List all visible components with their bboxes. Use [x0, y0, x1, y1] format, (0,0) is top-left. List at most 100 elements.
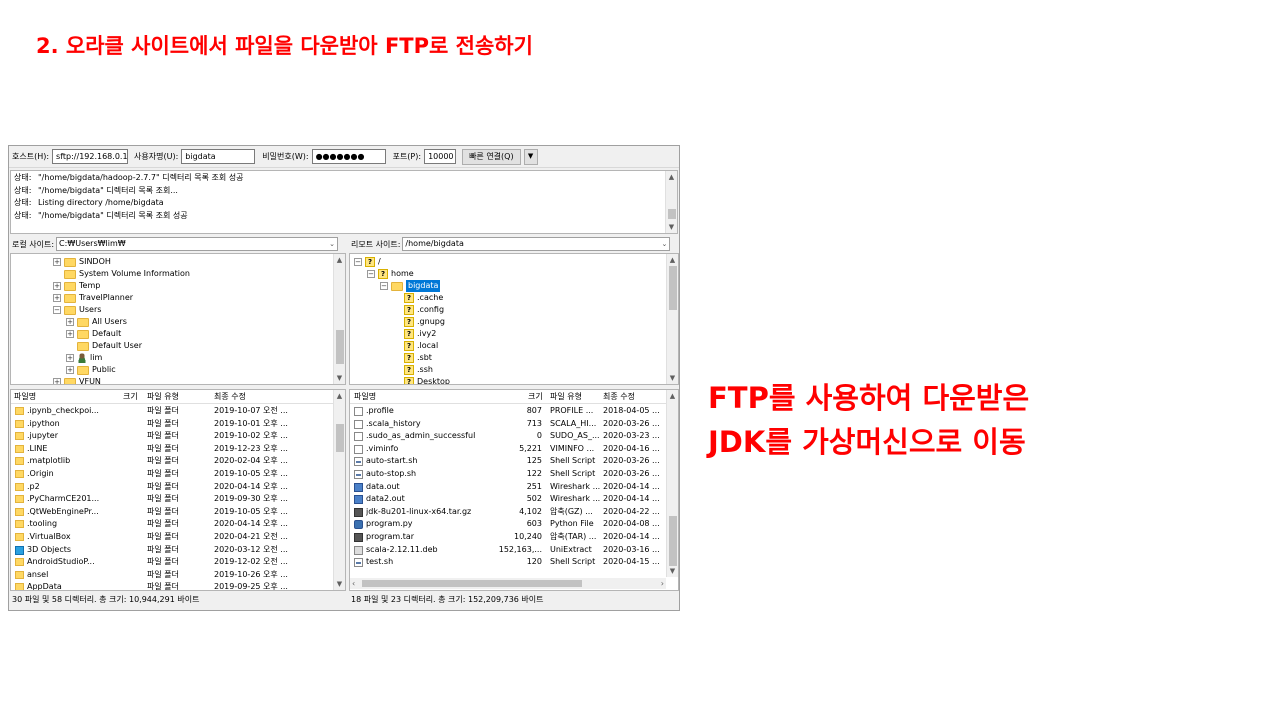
file-row[interactable]: .LINE 파일 폴더 2019-12-23 오후 ... [11, 443, 333, 456]
local-tree-scrollbar[interactable]: ▲ ▼ [333, 254, 345, 384]
password-input[interactable]: ●●●●●●● [311, 149, 386, 164]
tree-item[interactable]: + VFUN [53, 376, 101, 384]
remote-tree-scroll-thumb[interactable] [669, 266, 677, 310]
file-row[interactable]: .tooling 파일 폴더 2020-04-14 오후 ... [11, 518, 333, 531]
tree-item[interactable]: − Users [53, 304, 101, 316]
scroll-up-icon[interactable]: ▲ [334, 254, 345, 266]
file-row[interactable]: .PyCharmCE201... 파일 폴더 2019-09-30 오후 ... [11, 493, 333, 506]
remote-list-hscroll-thumb[interactable] [362, 580, 582, 587]
file-row[interactable]: auto-start.sh 125 Shell Script 2020-03-26 .… [350, 455, 666, 468]
column-size[interactable]: 크기 [123, 391, 138, 402]
file-row[interactable]: .p2 파일 폴더 2020-04-14 오후 ... [11, 481, 333, 494]
scroll-down-icon[interactable]: ▼ [334, 372, 345, 384]
file-row[interactable]: jdk-8u201-linux-x64.tar.gz 4,102 압축(GZ) ..… [350, 506, 666, 519]
file-row[interactable]: AndroidStudioP... 파일 폴더 2019-12-02 오전 ... [11, 556, 333, 569]
chevron-down-icon[interactable]: ⌄ [662, 238, 668, 250]
file-row[interactable]: .sudo_as_admin_successful 0 SUDO_AS_... 202… [350, 430, 666, 443]
tree-item[interactable]: ? .cache [393, 292, 443, 304]
tree-item[interactable]: −? home [367, 268, 414, 280]
scroll-left-icon[interactable]: ‹ [352, 578, 355, 589]
column-filetype[interactable]: 파일 유형 [147, 391, 179, 402]
file-row[interactable]: .matplotlib 파일 폴더 2020-02-04 오후 ... [11, 455, 333, 468]
remote-list-scrollbar[interactable]: ▲ ▼ [666, 390, 678, 577]
collapse-icon[interactable]: − [367, 270, 375, 278]
scroll-up-icon[interactable]: ▲ [667, 390, 678, 402]
file-row[interactable]: AppData 파일 폴더 2019-09-25 오후 ... [11, 581, 333, 590]
column-modified[interactable]: 최종 수정 [214, 391, 246, 402]
column-filetype[interactable]: 파일 유형 [550, 391, 582, 402]
column-filename[interactable]: 파일명 [14, 391, 36, 402]
expand-icon[interactable]: + [53, 294, 61, 302]
collapse-icon[interactable]: − [380, 282, 388, 290]
file-row[interactable]: .QtWebEnginePr... 파일 폴더 2019-10-05 오후 ... [11, 506, 333, 519]
column-modified[interactable]: 최종 수정 [603, 391, 635, 402]
tree-item[interactable]: + Public [66, 364, 116, 376]
tree-item[interactable]: + Temp [53, 280, 100, 292]
remote-list-hscrollbar[interactable]: ‹ › [350, 578, 666, 589]
file-row[interactable]: .viminfo 5,221 VIMINFO ... 2020-04-16 ... [350, 443, 666, 456]
file-row[interactable]: scala-2.12.11.deb 152,163,... UniExtract 20… [350, 544, 666, 557]
file-row[interactable]: .scala_history 713 SCALA_HI... 2020-03-26 .… [350, 418, 666, 431]
file-row[interactable]: .VirtualBox 파일 폴더 2020-04-21 오전 ... [11, 531, 333, 544]
tree-item[interactable]: − bigdata [380, 280, 441, 292]
file-row[interactable]: .ipython 파일 폴더 2019-10-01 오후 ... [11, 418, 333, 431]
local-site-input[interactable]: C:₩Users₩lim₩ ⌄ [56, 237, 339, 251]
tree-item[interactable]: + SINDOH [53, 256, 111, 268]
local-file-list[interactable]: 파일명 ⌃ 크기 파일 유형 최종 수정 ▲ ▼ .ipynb_checkpoi… [10, 389, 346, 591]
file-row[interactable]: data.out 251 Wireshark ... 2020-04-14 ... [350, 481, 666, 494]
local-tree-scroll-thumb[interactable] [336, 330, 344, 364]
tree-item[interactable]: + Default [66, 328, 121, 340]
expand-icon[interactable]: + [66, 366, 74, 374]
file-row[interactable]: program.py 603 Python File 2020-04-08 ... [350, 518, 666, 531]
local-directory-tree[interactable]: ▲ ▼ + SINDOH System Volume Information + Tem… [10, 253, 346, 385]
tree-item[interactable]: Default User [66, 340, 142, 352]
log-scrollbar[interactable]: ▲ ▼ [665, 171, 677, 233]
file-row[interactable]: program.tar 10,240 압축(TAR) ... 2020-04-14 .… [350, 531, 666, 544]
quickconnect-button[interactable]: 빠른 연결(Q) [462, 148, 521, 165]
file-row[interactable]: test.sh 120 Shell Script 2020-04-15 ... [350, 556, 666, 569]
tree-item[interactable]: System Volume Information [53, 268, 190, 280]
tree-item[interactable]: −? / [354, 256, 381, 268]
expand-icon[interactable]: + [66, 354, 74, 362]
expand-icon[interactable]: + [66, 330, 74, 338]
tree-item[interactable]: + lim [66, 352, 102, 364]
expand-icon[interactable]: + [53, 378, 61, 384]
tree-item[interactable]: ? Desktop [393, 376, 450, 384]
remote-list-scroll-thumb[interactable] [669, 516, 677, 566]
scroll-down-icon[interactable]: ▼ [666, 221, 677, 233]
host-input[interactable]: sftp://192.168.0.1 [52, 149, 129, 164]
tree-item[interactable]: ? .local [393, 340, 438, 352]
file-row[interactable]: auto-stop.sh 122 Shell Script 2020-03-26 ..… [350, 468, 666, 481]
tree-item[interactable]: ? .sbt [393, 352, 432, 364]
file-row[interactable]: 3D Objects 파일 폴더 2020-03-12 오전 ... [11, 544, 333, 557]
expand-icon[interactable]: + [53, 258, 61, 266]
remote-directory-tree[interactable]: ▲ ▼ −? / −? home − bigdata? .cache? .config? .gn… [349, 253, 679, 385]
local-list-scroll-thumb[interactable] [336, 424, 344, 452]
tree-item[interactable]: + All Users [66, 316, 127, 328]
tree-item[interactable]: + TravelPlanner [53, 292, 133, 304]
scroll-down-icon[interactable]: ▼ [334, 578, 345, 590]
quickconnect-dropdown-icon[interactable]: ▼ [523, 148, 538, 165]
file-row[interactable]: .profile 807 PROFILE ... 2018-04-05 ... [350, 405, 666, 418]
remote-file-list[interactable]: 파일명 ⌃ 크기 파일 유형 최종 수정 ▲ ▼ ‹ › .profile 807… [349, 389, 679, 591]
remote-site-input[interactable]: /home/bigdata ⌄ [402, 237, 671, 251]
username-input[interactable]: bigdata [181, 149, 256, 164]
scroll-up-icon[interactable]: ▲ [667, 254, 678, 266]
remote-tree-scrollbar[interactable]: ▲ ▼ [666, 254, 678, 384]
port-input[interactable]: 10000 [424, 149, 457, 164]
log-scroll-thumb[interactable] [668, 209, 676, 219]
tree-item[interactable]: ? .config [393, 304, 444, 316]
scroll-up-icon[interactable]: ▲ [334, 390, 345, 402]
column-filename[interactable]: 파일명 [354, 391, 376, 402]
collapse-icon[interactable]: − [354, 258, 362, 266]
scroll-down-icon[interactable]: ▼ [667, 372, 678, 384]
scroll-right-icon[interactable]: › [661, 578, 664, 589]
tree-item[interactable]: ? .gnupg [393, 316, 445, 328]
local-list-scrollbar[interactable]: ▲ ▼ [333, 390, 345, 590]
column-size[interactable]: 크기 [528, 391, 543, 402]
file-row[interactable]: .ipynb_checkpoi... 파일 폴더 2019-10-07 오전 ... [11, 405, 333, 418]
file-row[interactable]: .jupyter 파일 폴더 2019-10-02 오후 ... [11, 430, 333, 443]
scroll-down-icon[interactable]: ▼ [667, 565, 678, 577]
file-row[interactable]: ansel 파일 폴더 2019-10-26 오후 ... [11, 569, 333, 582]
file-row[interactable]: .Origin 파일 폴더 2019-10-05 오후 ... [11, 468, 333, 481]
